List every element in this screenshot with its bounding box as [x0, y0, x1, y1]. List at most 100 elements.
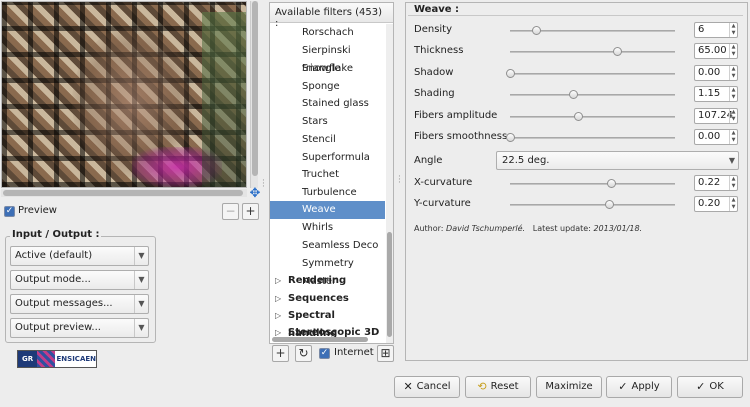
filter-tree[interactable]: Available filters (453) : Rorschach Sier…: [269, 2, 394, 344]
zoom-out-button[interactable]: −: [222, 203, 239, 220]
apply-button[interactable]: ✓ Apply: [606, 376, 672, 398]
slider-track[interactable]: [510, 179, 675, 188]
filter-item[interactable]: Stained glass: [270, 95, 385, 113]
preview-checkbox[interactable]: ✓: [4, 206, 15, 217]
param-spinbox[interactable]: 0.22 ▲ ▼: [694, 175, 738, 191]
slider-track[interactable]: [510, 26, 675, 35]
param-spinbox[interactable]: 0.00 ▲ ▼: [694, 129, 738, 145]
scroll-thumb[interactable]: [252, 1, 258, 176]
checkmark-icon: ✓: [618, 380, 628, 393]
x-icon: ✕: [403, 380, 413, 393]
spin-arrows-icon[interactable]: ▲ ▼: [729, 130, 737, 144]
zoom-in-button[interactable]: +: [242, 203, 259, 220]
spin-arrows-icon[interactable]: ▲ ▼: [729, 197, 737, 211]
internet-checkbox[interactable]: ✓: [319, 348, 330, 359]
spinbox-value: 0.00: [698, 67, 721, 78]
gmic-logo[interactable]: GR ENSICAEN: [17, 350, 97, 368]
param-spinbox[interactable]: 6 ▲ ▼: [694, 22, 738, 38]
filter-category[interactable]: ▷ Spectral handling: [270, 307, 385, 339]
spinbox-value: 1.15: [698, 88, 721, 99]
filter-item[interactable]: Symmetry Master: [270, 255, 385, 287]
slider-track[interactable]: [506, 133, 675, 142]
filter-item[interactable]: Sierpinski triangle: [270, 42, 385, 74]
filter-item[interactable]: Sponge: [270, 78, 385, 96]
slider-track[interactable]: [510, 112, 675, 121]
spin-arrows-icon[interactable]: ▲ ▼: [729, 176, 737, 190]
chevron-down-icon: ▼: [728, 156, 735, 165]
filter-item[interactable]: Snowflake: [270, 60, 385, 78]
chevron-down-icon: ▼: [134, 295, 148, 313]
input-layers-select[interactable]: Active (default) ▼: [10, 246, 149, 266]
param-label: Shadow: [414, 67, 454, 78]
filter-item[interactable]: Whirls: [270, 219, 385, 237]
param-label: Fibers smoothness: [414, 131, 508, 142]
internet-update-button[interactable]: ⊞: [377, 345, 394, 362]
param-label: Density: [414, 24, 453, 35]
scroll-thumb[interactable]: [387, 232, 392, 337]
spin-arrows-icon[interactable]: ▲ ▼: [729, 23, 737, 37]
cancel-button[interactable]: ✕ Cancel: [394, 376, 460, 398]
slider-handle[interactable]: [573, 112, 583, 121]
param-spinbox[interactable]: 107.24 ▲ ▼: [694, 108, 738, 124]
filters-header: Available filters (453) :: [270, 3, 393, 29]
spin-arrows-icon[interactable]: ▲ ▼: [729, 44, 737, 58]
maximize-button[interactable]: Maximize: [536, 376, 602, 398]
logo-pattern: [37, 351, 55, 367]
filter-list-vertical-scrollbar[interactable]: [386, 24, 393, 343]
slider-handle[interactable]: [606, 179, 616, 188]
reset-icon: ⟲: [477, 380, 487, 393]
filter-category[interactable]: ▷ Sequences: [270, 290, 385, 308]
filter-category[interactable]: ▷ Rendering: [270, 272, 385, 290]
scroll-thumb[interactable]: [3, 190, 243, 196]
output-mode-select[interactable]: Output mode... ▼: [10, 270, 149, 290]
spinbox-value: 0.20: [698, 198, 721, 209]
preview-vertical-scrollbar[interactable]: [250, 1, 258, 188]
preview-image[interactable]: [1, 1, 247, 188]
filter-item[interactable]: Rorschach: [270, 24, 385, 42]
spin-arrows-icon[interactable]: ▲ ▼: [729, 109, 737, 123]
slider-handle[interactable]: [506, 133, 515, 142]
add-favorite-button[interactable]: +: [272, 345, 289, 362]
category-label: Sequences: [288, 293, 349, 304]
refresh-button[interactable]: ↻: [295, 345, 312, 362]
maximize-label: Maximize: [545, 381, 593, 392]
spin-arrows-icon[interactable]: ▲ ▼: [729, 66, 737, 80]
move-icon[interactable]: ✥: [248, 187, 262, 201]
filter-item[interactable]: Turbulence: [270, 184, 385, 202]
filter-item[interactable]: Stars: [270, 113, 385, 131]
author-name: David Tschumperlé.: [446, 224, 526, 233]
filter-item[interactable]: Superformula: [270, 149, 385, 167]
param-spinbox[interactable]: 0.20 ▲ ▼: [694, 196, 738, 212]
slider-track[interactable]: [510, 47, 675, 56]
slider-track[interactable]: [506, 69, 675, 78]
chevron-down-icon: ▼: [134, 271, 148, 289]
reset-label: Reset: [490, 381, 519, 392]
slider-track[interactable]: [510, 90, 675, 99]
filter-item[interactable]: Stencil: [270, 131, 385, 149]
filter-item[interactable]: Truchet: [270, 166, 385, 184]
filter-item[interactable]: Seamless Deco: [270, 237, 385, 255]
reset-button[interactable]: ⟲ Reset: [465, 376, 531, 398]
splitter-handle[interactable]: · · ·: [262, 177, 266, 192]
angle-select[interactable]: 22.5 deg. ▼: [496, 151, 739, 170]
slider-handle[interactable]: [568, 90, 578, 99]
param-spinbox[interactable]: 65.00 ▲ ▼: [694, 43, 738, 59]
spin-arrows-icon[interactable]: ▲ ▼: [729, 87, 737, 101]
ok-button[interactable]: ✓ OK: [677, 376, 743, 398]
scroll-thumb[interactable]: [272, 337, 368, 342]
splitter-handle[interactable]: · · ·: [398, 173, 402, 188]
filter-item-selected[interactable]: Weave: [270, 201, 385, 219]
slider-handle[interactable]: [605, 200, 614, 209]
filter-list-horizontal-scrollbar[interactable]: [272, 336, 384, 343]
param-spinbox[interactable]: 0.00 ▲ ▼: [694, 65, 738, 81]
combo-value: Output preview...: [15, 322, 101, 333]
output-messages-select[interactable]: Output messages... ▼: [10, 294, 149, 314]
slider-track[interactable]: [510, 200, 675, 209]
output-preview-select[interactable]: Output preview... ▼: [10, 318, 149, 338]
param-label: Thickness: [414, 45, 464, 56]
slider-handle[interactable]: [506, 69, 515, 78]
param-spinbox[interactable]: 1.15 ▲ ▼: [694, 86, 738, 102]
cancel-label: Cancel: [416, 381, 451, 392]
divider: [408, 15, 743, 16]
preview-horizontal-scrollbar[interactable]: [1, 189, 247, 197]
